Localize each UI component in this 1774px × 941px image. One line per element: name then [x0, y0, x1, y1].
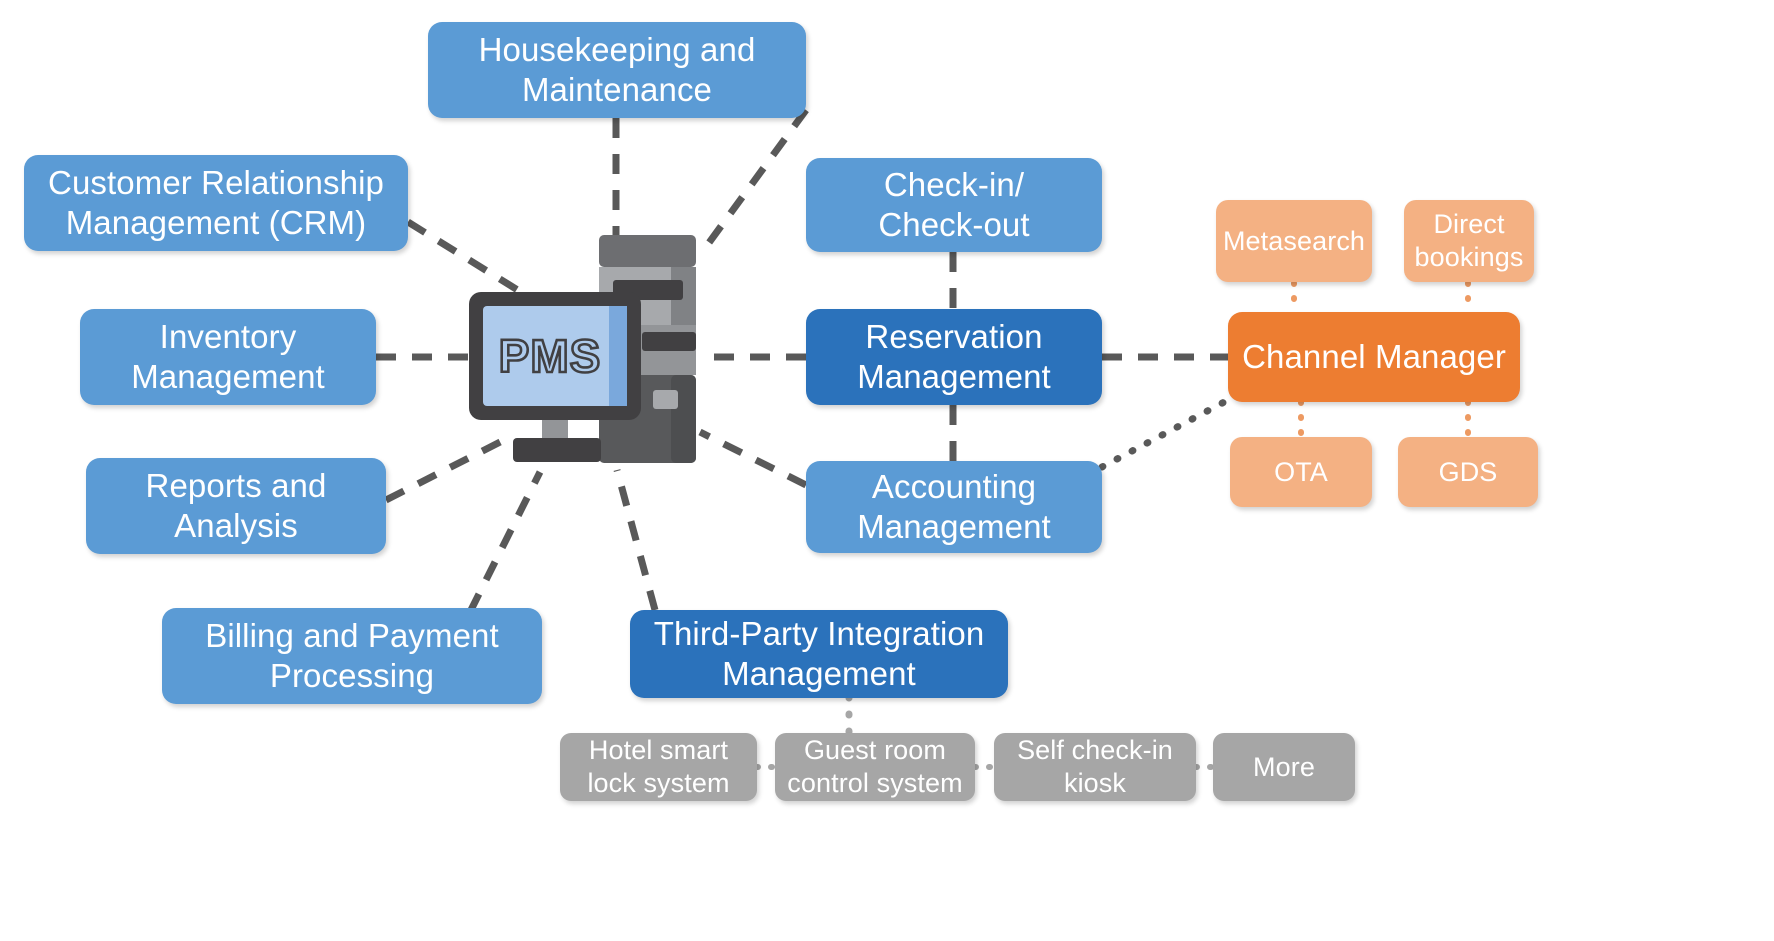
node-third-party-integration-management[interactable]: Third-Party Integration Management	[630, 610, 1008, 698]
monitor-stand-base	[513, 438, 601, 462]
node-self-check-in-kiosk[interactable]: Self check-in kiosk	[994, 733, 1196, 801]
node-billing-and-payment-processing[interactable]: Billing and Payment Processing	[162, 608, 542, 704]
node-metasearch[interactable]: Metasearch	[1216, 200, 1372, 282]
node-inventory-management[interactable]: Inventory Management	[80, 309, 376, 405]
tower-slot-2	[642, 332, 696, 351]
link-accounting-pms	[698, 428, 808, 489]
node-reservation-management[interactable]: Reservation Management	[806, 309, 1102, 405]
monitor-screen-highlight	[609, 306, 627, 406]
link-checkin-pms	[697, 107, 809, 258]
tower-power-button	[653, 390, 678, 409]
tower-lower-shade	[671, 375, 696, 463]
pms-computer-illustration: PMS	[466, 230, 706, 470]
node-channel-manager[interactable]: Channel Manager	[1228, 312, 1520, 402]
node-more[interactable]: More	[1213, 733, 1355, 801]
node-customer-relationship-management[interactable]: Customer Relationship Management (CRM)	[24, 155, 408, 251]
node-check-in-check-out[interactable]: Check-in/ Check-out	[806, 158, 1102, 252]
node-accounting-management[interactable]: Accounting Management	[806, 461, 1102, 553]
node-direct-bookings[interactable]: Direct bookings	[1404, 200, 1534, 282]
link-accounting-channelmanager	[1098, 396, 1232, 471]
link-thirdparty-pms	[613, 469, 659, 611]
tower-top-cap	[599, 235, 696, 267]
node-guest-room-control-system[interactable]: Guest room control system	[775, 733, 975, 801]
diagram-canvas: PMS PMS Housekeeping and Maintenance Cus…	[0, 0, 1774, 941]
node-housekeeping-and-maintenance[interactable]: Housekeeping and Maintenance	[428, 22, 806, 118]
pms-screen-label: PMS	[499, 330, 602, 382]
node-reports-and-analysis[interactable]: Reports and Analysis	[86, 458, 386, 554]
link-billing-pms	[466, 470, 544, 614]
node-hotel-smart-lock-system[interactable]: Hotel smart lock system	[560, 733, 757, 801]
node-ota[interactable]: OTA	[1230, 437, 1372, 507]
node-gds[interactable]: GDS	[1398, 437, 1538, 507]
